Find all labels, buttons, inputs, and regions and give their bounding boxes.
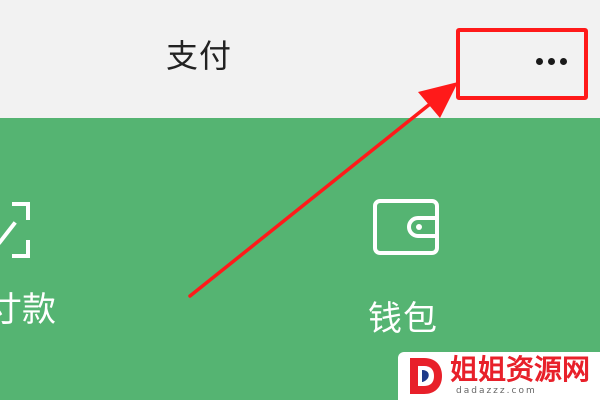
watermark: 姐姐资源网 dadazzz.com xyxy=(398,352,600,400)
annotation-arrow xyxy=(188,82,458,298)
watermark-brand: 姐姐资源网 xyxy=(450,353,591,386)
watermark-url: dadazzz.com xyxy=(456,386,537,396)
watermark-logo-icon xyxy=(410,358,442,394)
